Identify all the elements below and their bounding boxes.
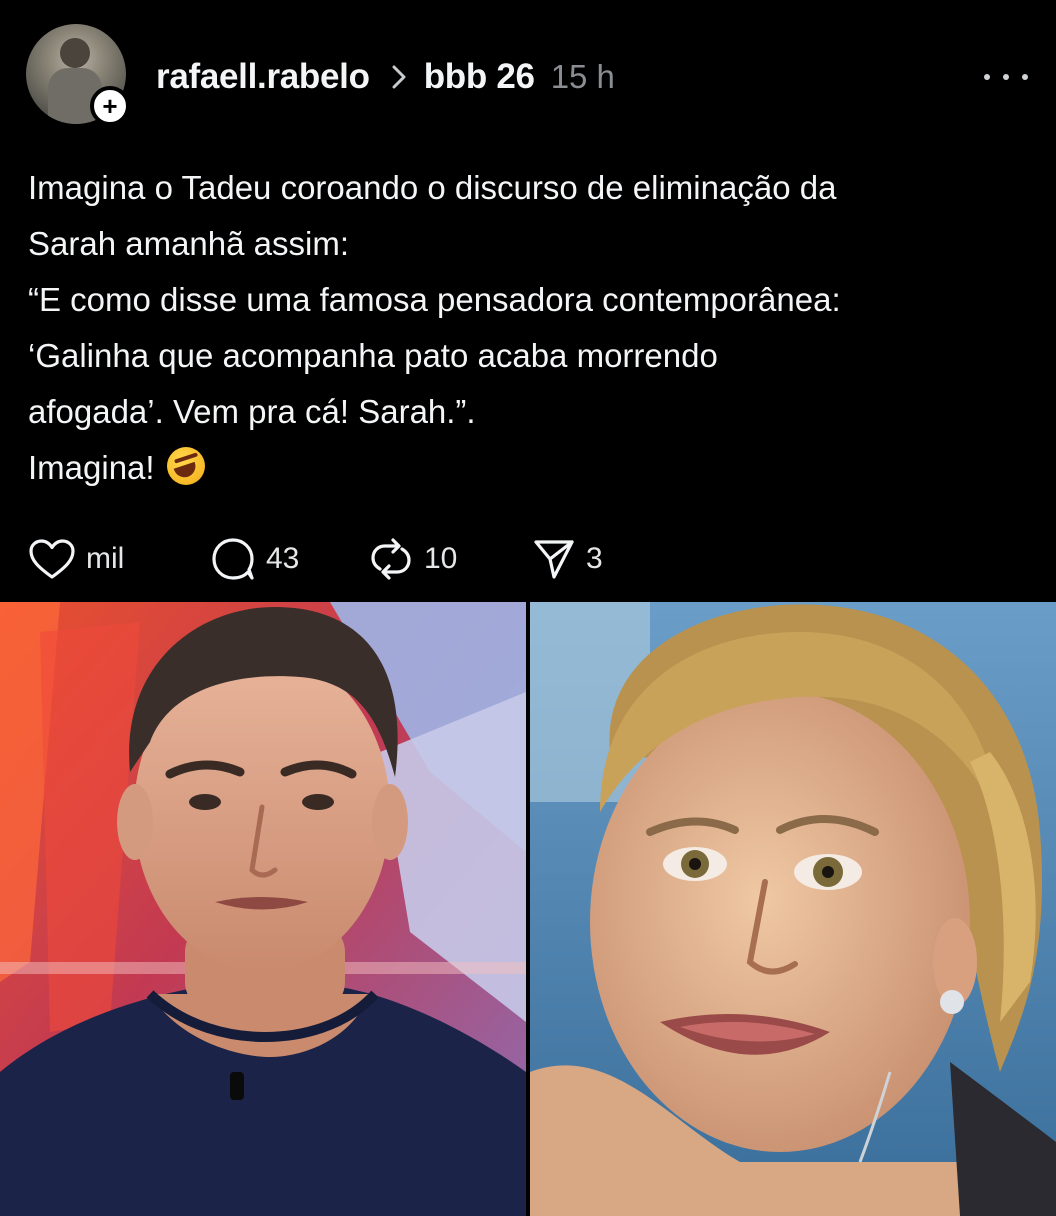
- repost-button[interactable]: 10: [368, 532, 532, 586]
- post-text-line: Imagina o Tadeu coroando o discurso de e…: [28, 169, 837, 206]
- post-timestamp: 15 h: [550, 58, 615, 95]
- comment-count: 43: [266, 542, 300, 575]
- post-text-line: afogada’. Vem pra cá! Sarah.”.: [28, 393, 476, 430]
- woman-closeup-photo[interactable]: [530, 602, 1056, 1216]
- comment-button[interactable]: 43: [210, 532, 368, 586]
- post-text-line: Imagina!: [28, 449, 155, 486]
- topic-tag-link[interactable]: bbb 26: [424, 57, 535, 97]
- more-options-icon[interactable]: [984, 62, 1028, 92]
- post-media: [0, 602, 1056, 1216]
- repost-icon: [371, 538, 411, 580]
- send-icon: [534, 540, 574, 579]
- repost-count: 10: [424, 542, 458, 575]
- post-text-last-line: Imagina!: [28, 440, 1038, 496]
- username-link[interactable]: rafaell.rabelo: [156, 57, 370, 97]
- heart-icon: [29, 539, 75, 579]
- share-button[interactable]: 3: [532, 532, 612, 586]
- plus-icon: +: [102, 91, 118, 121]
- post-text-line: Sarah amanhã assim:: [28, 225, 349, 262]
- post-meta: rafaell.rabelo bbb 26 15 h: [156, 52, 615, 102]
- follow-button[interactable]: +: [90, 86, 130, 126]
- rolling-laughing-emoji-icon: [166, 447, 205, 485]
- like-count: mil: [86, 542, 125, 575]
- like-button[interactable]: mil: [28, 532, 210, 586]
- dot: [984, 74, 990, 80]
- post-text-line: ‘Galinha que acompanha pato acaba morren…: [28, 337, 718, 374]
- post-text-line: “E como disse uma famosa pensadora conte…: [28, 281, 841, 318]
- man-in-studio-photo[interactable]: [0, 602, 526, 1216]
- avatar-container[interactable]: +: [26, 24, 130, 126]
- dot: [1022, 74, 1028, 80]
- action-bar: mil 43 10 3: [28, 532, 612, 586]
- post-header: + rafaell.rabelo bbb 26 15 h: [0, 0, 1056, 150]
- avatar-head: [60, 38, 90, 68]
- share-count: 3: [586, 542, 603, 575]
- dot: [1003, 74, 1009, 80]
- post-text: Imagina o Tadeu coroando o discurso de e…: [28, 160, 1038, 496]
- comment-icon: [212, 538, 254, 580]
- threads-post: + rafaell.rabelo bbb 26 15 h Imagina o T…: [0, 0, 1056, 1216]
- chevron-right-icon: [392, 65, 406, 89]
